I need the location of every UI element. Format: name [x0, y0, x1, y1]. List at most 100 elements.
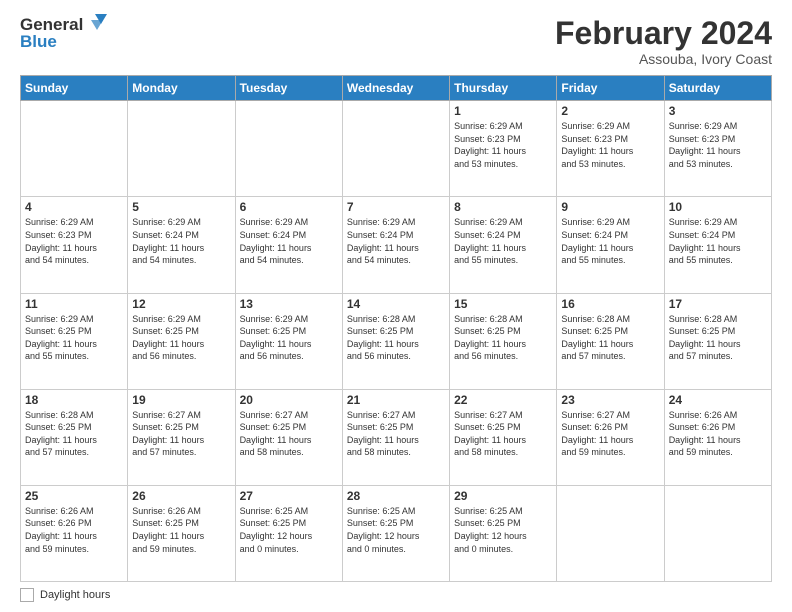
- day-info: Sunrise: 6:29 AM Sunset: 6:24 PM Dayligh…: [669, 216, 767, 266]
- day-number: 23: [561, 393, 659, 407]
- day-info: Sunrise: 6:27 AM Sunset: 6:25 PM Dayligh…: [240, 409, 338, 459]
- calendar-cell: 19 Sunrise: 6:27 AM Sunset: 6:25 PM Dayli…: [128, 389, 235, 485]
- day-number: 7: [347, 200, 445, 214]
- day-number: 14: [347, 297, 445, 311]
- calendar-cell: 7 Sunrise: 6:29 AM Sunset: 6:24 PM Daylig…: [342, 197, 449, 293]
- day-number: 24: [669, 393, 767, 407]
- calendar-cell: 9 Sunrise: 6:29 AM Sunset: 6:24 PM Daylig…: [557, 197, 664, 293]
- day-number: 9: [561, 200, 659, 214]
- day-info: Sunrise: 6:27 AM Sunset: 6:25 PM Dayligh…: [347, 409, 445, 459]
- day-number: 12: [132, 297, 230, 311]
- day-number: 19: [132, 393, 230, 407]
- main-title: February 2024: [555, 16, 772, 51]
- calendar-cell: 1 Sunrise: 6:29 AM Sunset: 6:23 PM Daylig…: [450, 101, 557, 197]
- day-number: 8: [454, 200, 552, 214]
- weekday-header: Monday: [128, 76, 235, 101]
- day-number: 26: [132, 489, 230, 503]
- weekday-header: Tuesday: [235, 76, 342, 101]
- legend-label: Daylight hours: [40, 589, 110, 601]
- calendar-table: SundayMondayTuesdayWednesdayThursdayFrid…: [20, 75, 772, 582]
- weekday-header: Saturday: [664, 76, 771, 101]
- calendar-cell: 6Sunrise: 6:29 AM Sunset: 6:24 PM Daylig…: [235, 197, 342, 293]
- day-info: Sunrise: 6:28 AM Sunset: 6:25 PM Dayligh…: [561, 313, 659, 363]
- calendar-cell: [342, 101, 449, 197]
- calendar-cell: 4 Sunrise: 6:29 AM Sunset: 6:23 PM Daylig…: [21, 197, 128, 293]
- calendar-cell: 27 Sunrise: 6:25 AM Sunset: 6:25 PM Dayli…: [235, 485, 342, 581]
- calendar-cell: 28 Sunrise: 6:25 AM Sunset: 6:25 PM Dayli…: [342, 485, 449, 581]
- calendar-cell: 8 Sunrise: 6:29 AM Sunset: 6:24 PM Daylig…: [450, 197, 557, 293]
- weekday-header: Friday: [557, 76, 664, 101]
- calendar-cell: [557, 485, 664, 581]
- calendar-cell: [235, 101, 342, 197]
- day-info: Sunrise: 6:29 AM Sunset: 6:24 PM Dayligh…: [132, 216, 230, 266]
- calendar-week-row: 1 Sunrise: 6:29 AM Sunset: 6:23 PM Daylig…: [21, 101, 772, 197]
- calendar-cell: 22 Sunrise: 6:27 AM Sunset: 6:25 PM Dayli…: [450, 389, 557, 485]
- day-number: 16: [561, 297, 659, 311]
- day-number: 3: [669, 104, 767, 118]
- day-info: Sunrise: 6:29 AM Sunset: 6:23 PM Dayligh…: [454, 120, 552, 170]
- day-info: Sunrise: 6:26 AM Sunset: 6:26 PM Dayligh…: [669, 409, 767, 459]
- day-info: Sunrise: 6:27 AM Sunset: 6:25 PM Dayligh…: [132, 409, 230, 459]
- calendar-cell: 15 Sunrise: 6:28 AM Sunset: 6:25 PM Dayli…: [450, 293, 557, 389]
- calendar-cell: 12Sunrise: 6:29 AM Sunset: 6:25 PM Dayli…: [128, 293, 235, 389]
- day-number: 20: [240, 393, 338, 407]
- calendar-cell: 3 Sunrise: 6:29 AM Sunset: 6:23 PM Daylig…: [664, 101, 771, 197]
- day-number: 10: [669, 200, 767, 214]
- day-info: Sunrise: 6:28 AM Sunset: 6:25 PM Dayligh…: [347, 313, 445, 363]
- calendar-cell: 2Sunrise: 6:29 AM Sunset: 6:23 PM Daylig…: [557, 101, 664, 197]
- day-info: Sunrise: 6:28 AM Sunset: 6:25 PM Dayligh…: [454, 313, 552, 363]
- weekday-header-row: SundayMondayTuesdayWednesdayThursdayFrid…: [21, 76, 772, 101]
- title-block: February 2024 Assouba, Ivory Coast: [555, 16, 772, 67]
- calendar-cell: 29Sunrise: 6:25 AM Sunset: 6:25 PM Dayli…: [450, 485, 557, 581]
- day-number: 13: [240, 297, 338, 311]
- calendar-cell: 25Sunrise: 6:26 AM Sunset: 6:26 PM Dayli…: [21, 485, 128, 581]
- calendar-cell: 5 Sunrise: 6:29 AM Sunset: 6:24 PM Daylig…: [128, 197, 235, 293]
- calendar-cell: [21, 101, 128, 197]
- day-info: Sunrise: 6:27 AM Sunset: 6:25 PM Dayligh…: [454, 409, 552, 459]
- day-number: 1: [454, 104, 552, 118]
- day-number: 4: [25, 200, 123, 214]
- day-info: Sunrise: 6:27 AM Sunset: 6:26 PM Dayligh…: [561, 409, 659, 459]
- day-info: Sunrise: 6:28 AM Sunset: 6:25 PM Dayligh…: [669, 313, 767, 363]
- day-info: Sunrise: 6:25 AM Sunset: 6:25 PM Dayligh…: [240, 505, 338, 555]
- day-number: 22: [454, 393, 552, 407]
- day-number: 18: [25, 393, 123, 407]
- day-info: Sunrise: 6:29 AM Sunset: 6:23 PM Dayligh…: [669, 120, 767, 170]
- calendar-cell: 11Sunrise: 6:29 AM Sunset: 6:25 PM Dayli…: [21, 293, 128, 389]
- day-number: 25: [25, 489, 123, 503]
- day-number: 17: [669, 297, 767, 311]
- day-info: Sunrise: 6:29 AM Sunset: 6:24 PM Dayligh…: [561, 216, 659, 266]
- day-number: 28: [347, 489, 445, 503]
- day-info: Sunrise: 6:29 AM Sunset: 6:24 PM Dayligh…: [454, 216, 552, 266]
- day-number: 27: [240, 489, 338, 503]
- day-info: Sunrise: 6:25 AM Sunset: 6:25 PM Dayligh…: [347, 505, 445, 555]
- calendar-cell: 24 Sunrise: 6:26 AM Sunset: 6:26 PM Dayli…: [664, 389, 771, 485]
- calendar-cell: [664, 485, 771, 581]
- day-info: Sunrise: 6:29 AM Sunset: 6:23 PM Dayligh…: [25, 216, 123, 266]
- day-number: 6: [240, 200, 338, 214]
- day-info: Sunrise: 6:26 AM Sunset: 6:25 PM Dayligh…: [132, 505, 230, 555]
- day-number: 11: [25, 297, 123, 311]
- calendar-cell: 14 Sunrise: 6:28 AM Sunset: 6:25 PM Dayli…: [342, 293, 449, 389]
- day-info: Sunrise: 6:29 AM Sunset: 6:25 PM Dayligh…: [240, 313, 338, 363]
- calendar-week-row: 11 Sunrise: 6:29 AM Sunset: 6:25 PM Dayli…: [21, 293, 772, 389]
- calendar-cell: 10 Sunrise: 6:29 AM Sunset: 6:24 PM Dayli…: [664, 197, 771, 293]
- calendar-cell: 18 Sunrise: 6:28 AM Sunset: 6:25 PM Dayli…: [21, 389, 128, 485]
- day-info: Sunrise: 6:29 AM Sunset: 6:23 PM Dayligh…: [561, 120, 659, 170]
- day-number: 15: [454, 297, 552, 311]
- subtitle: Assouba, Ivory Coast: [555, 51, 772, 67]
- calendar-week-row: 18 Sunrise: 6:28 AM Sunset: 6:25 PM Dayli…: [21, 389, 772, 485]
- calendar-cell: 21Sunrise: 6:27 AM Sunset: 6:25 PM Dayli…: [342, 389, 449, 485]
- calendar-cell: 13 Sunrise: 6:29 AM Sunset: 6:25 PM Dayli…: [235, 293, 342, 389]
- logo: General Blue: [20, 16, 107, 51]
- weekday-header: Thursday: [450, 76, 557, 101]
- calendar-cell: [128, 101, 235, 197]
- calendar-cell: 26 Sunrise: 6:26 AM Sunset: 6:25 PM Dayli…: [128, 485, 235, 581]
- page-container: General Blue February 2024 Assouba, Ivor…: [0, 0, 792, 612]
- day-info: Sunrise: 6:28 AM Sunset: 6:25 PM Dayligh…: [25, 409, 123, 459]
- header: General Blue February 2024 Assouba, Ivor…: [20, 16, 772, 67]
- day-info: Sunrise: 6:29 AM Sunset: 6:24 PM Dayligh…: [347, 216, 445, 266]
- legend: Daylight hours: [20, 588, 772, 602]
- day-number: 5: [132, 200, 230, 214]
- day-number: 29: [454, 489, 552, 503]
